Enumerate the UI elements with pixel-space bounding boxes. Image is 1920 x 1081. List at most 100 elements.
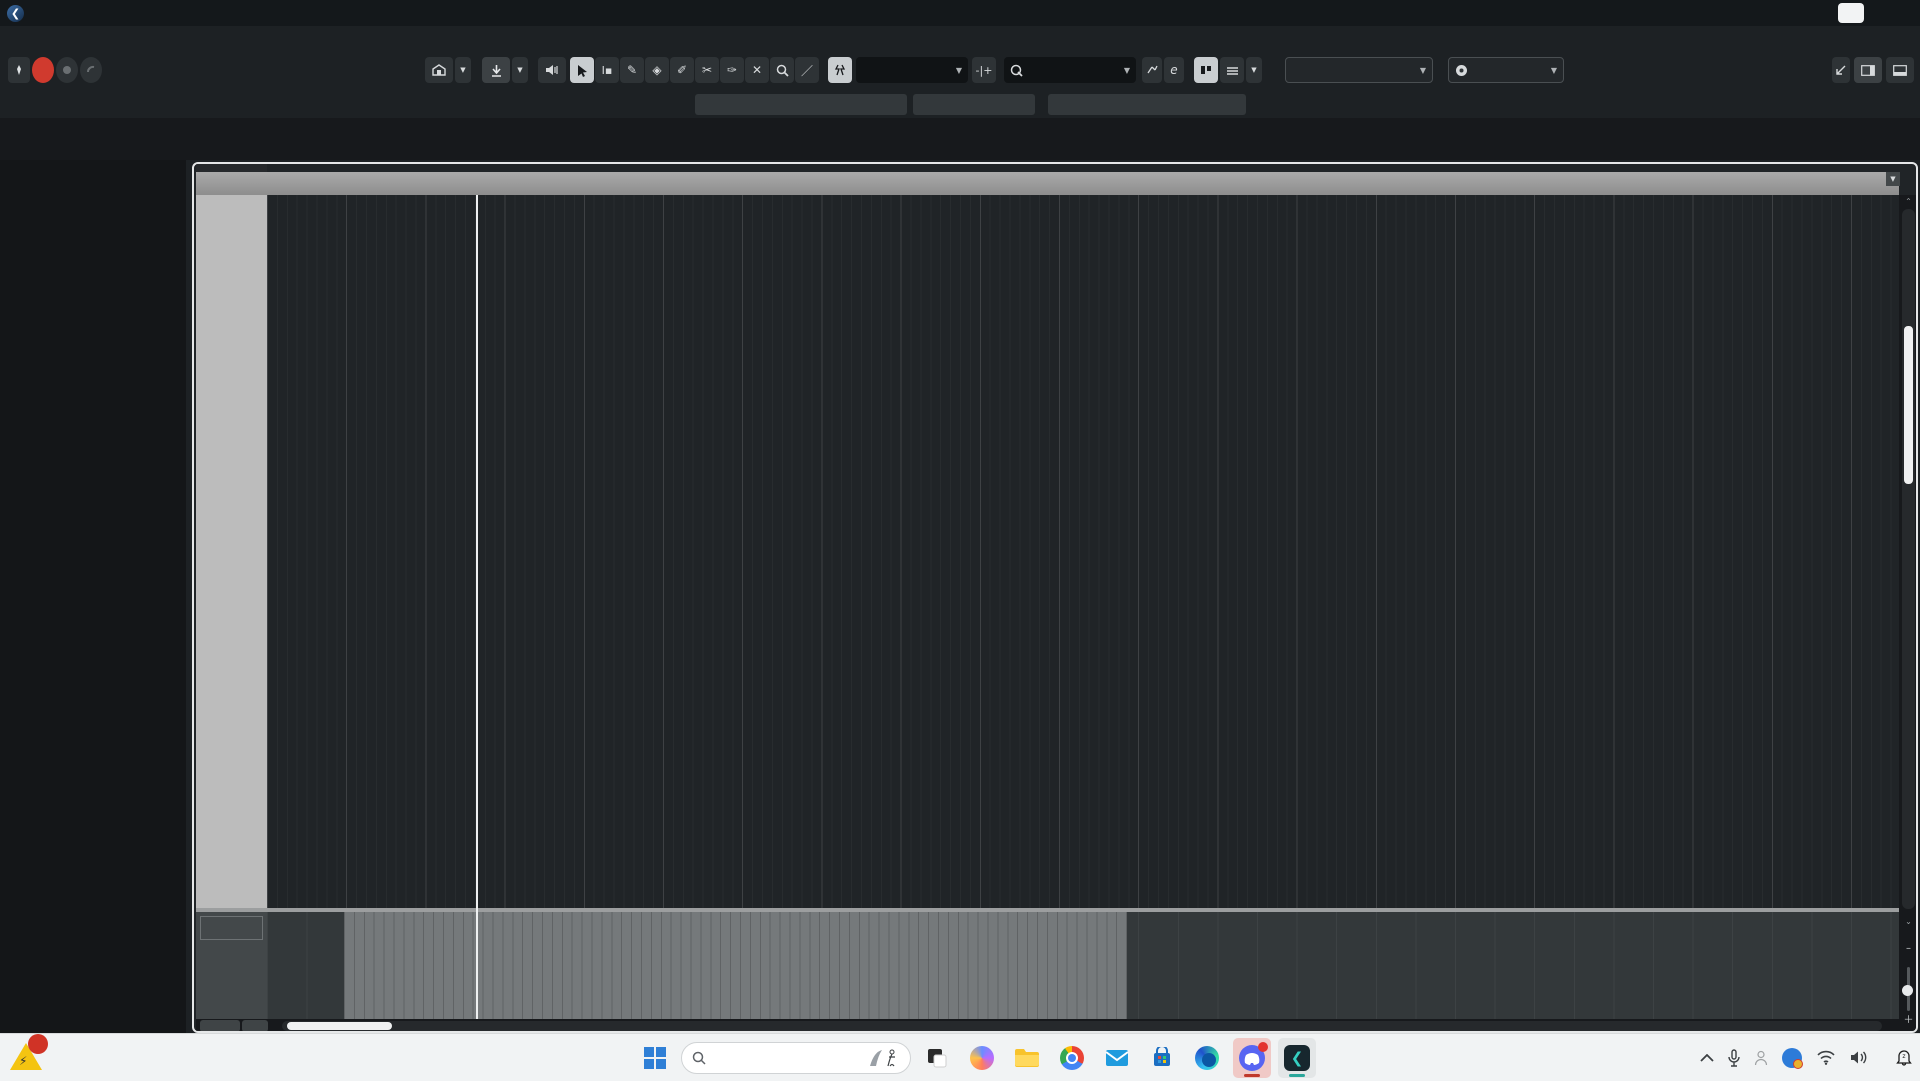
window-zones-button[interactable]: [425, 57, 453, 83]
edit-active-part-toggle[interactable]: [1194, 57, 1218, 83]
info-line: [0, 118, 1920, 160]
erase-tool[interactable]: ◈: [645, 57, 669, 83]
quantize-preset-select[interactable]: ▼: [1004, 57, 1136, 83]
person-icon[interactable]: [1754, 1050, 1768, 1066]
velocity-lane-label[interactable]: [200, 916, 263, 940]
glue-tool[interactable]: ✑: [720, 57, 744, 83]
mouse-note-value: [913, 94, 1035, 115]
copilot-icon[interactable]: [963, 1038, 1001, 1078]
add-lane-button[interactable]: [200, 1020, 240, 1032]
grid-relative-icon[interactable]: -|+: [972, 57, 996, 83]
playhead-cursor: [476, 195, 478, 1019]
chrome-icon[interactable]: [1053, 1038, 1091, 1078]
microsoft-store-icon[interactable]: [1143, 1038, 1181, 1078]
mail-icon[interactable]: [1098, 1038, 1136, 1078]
file-explorer-icon[interactable]: [1008, 1038, 1046, 1078]
note-grid[interactable]: [267, 195, 1899, 910]
search-icon: [692, 1051, 706, 1065]
ruler-options-dropdown[interactable]: ▼: [1886, 172, 1900, 186]
cubase-icon[interactable]: ❮: [1278, 1038, 1316, 1078]
mute-tool[interactable]: ✕: [745, 57, 769, 83]
window-zones-dropdown[interactable]: ▼: [455, 57, 471, 83]
bottom-scroll-row: [196, 1019, 1918, 1033]
record-button[interactable]: [56, 57, 78, 83]
taskbar-weather-widget[interactable]: ⚡: [10, 1038, 52, 1070]
snap-toggle[interactable]: [828, 57, 852, 83]
windows-taskbar: ⚡: [0, 1033, 1920, 1081]
current-chord-display: [1048, 94, 1246, 115]
horizontal-scrollbar[interactable]: [282, 1021, 1882, 1031]
horizontal-scroll-thumb[interactable]: [287, 1022, 392, 1030]
velocity-lane-header: [196, 912, 267, 1019]
task-view-icon[interactable]: [918, 1038, 956, 1078]
maximize-button[interactable]: [1828, 0, 1874, 26]
discord-notification-dot: [1258, 1042, 1268, 1052]
edge-icon[interactable]: [1188, 1038, 1226, 1078]
vzoom-plus-button[interactable]: ＋: [1899, 1011, 1918, 1026]
menu-bar: [0, 26, 1920, 52]
quantize-panel-button[interactable]: e: [1164, 57, 1184, 83]
taskbar-tray: z: [1700, 1034, 1912, 1081]
close-button[interactable]: [1874, 0, 1920, 26]
grid-type-select[interactable]: ▼: [856, 57, 968, 83]
tray-app-icon[interactable]: [1782, 1048, 1802, 1068]
windows-logo-icon: [644, 1047, 666, 1069]
right-zone-toggle[interactable]: [1854, 57, 1882, 83]
lane-preset-dropdown[interactable]: [242, 1020, 268, 1032]
vertical-scroll-thumb[interactable]: [1904, 326, 1913, 484]
status-row: [0, 92, 1920, 118]
microphone-icon[interactable]: [1728, 1049, 1740, 1067]
minimize-button[interactable]: [1782, 0, 1828, 26]
toolbar: ▼ ▼ I▪ ✎ ◈ ✐ ✂ ✑ ✕ ／ ▼ -|+ ▼ e ▼ ▼ ▼: [0, 52, 1920, 92]
vertical-scrollbar[interactable]: [1902, 209, 1915, 909]
split-tool[interactable]: ✂: [695, 57, 719, 83]
line-tool[interactable]: ／: [795, 57, 819, 83]
part-selector[interactable]: ▼: [1285, 57, 1433, 83]
swing-icon[interactable]: [1142, 57, 1162, 83]
pin-icon[interactable]: [8, 57, 30, 83]
pin-part-dropdown[interactable]: ▼: [512, 57, 528, 83]
volume-icon[interactable]: [1850, 1050, 1868, 1065]
lower-zone-toggle[interactable]: [1886, 57, 1914, 83]
piano-keyboard[interactable]: [196, 195, 267, 910]
discord-active-indicator: [1244, 1074, 1260, 1077]
cubase-app-icon: ❮: [7, 5, 24, 22]
vertical-zoom-knob[interactable]: [1902, 985, 1913, 996]
left-zone-panel: [0, 160, 186, 1033]
notification-badge: [28, 1034, 48, 1054]
weather-warning-icon: ⚡: [10, 1038, 44, 1070]
notification-bell-icon[interactable]: z: [1896, 1049, 1912, 1066]
window-corner-icon[interactable]: [1832, 57, 1850, 83]
wifi-icon[interactable]: [1816, 1050, 1836, 1065]
right-scroll-column: ⌃ ⌄ – ＋: [1899, 195, 1918, 1019]
key-editor-area: ▼ ⌃ ⌄ – ＋: [192, 162, 1918, 1033]
start-button[interactable]: [636, 1038, 674, 1078]
draw-tool[interactable]: ✎: [620, 57, 644, 83]
scroll-up-arrow[interactable]: ⌃: [1899, 197, 1918, 206]
search-daily-art: [866, 1046, 900, 1070]
zoom-tool[interactable]: [770, 57, 794, 83]
velocity-lane[interactable]: [267, 912, 1899, 1019]
event-colors-select[interactable]: ▼: [1448, 57, 1564, 83]
velocity-lane-active-region: [344, 912, 1127, 1019]
scroll-left-arrow[interactable]: [272, 1020, 280, 1032]
range-selection-tool[interactable]: I▪: [595, 57, 619, 83]
pin-part-button[interactable]: [482, 57, 510, 83]
taskbar-search-box[interactable]: [681, 1042, 911, 1074]
discord-icon[interactable]: [1233, 1038, 1271, 1078]
mouse-time-position: [695, 94, 907, 115]
scroll-down-arrow[interactable]: ⌄: [1899, 917, 1918, 926]
part-layers-icon[interactable]: [1220, 57, 1244, 83]
vzoom-minus-button[interactable]: –: [1899, 943, 1918, 954]
speaker-icon[interactable]: [538, 57, 566, 83]
title-bar: ❮: [0, 0, 1920, 26]
solo-button[interactable]: [32, 57, 54, 83]
object-selection-tool[interactable]: [570, 57, 594, 83]
trim-tool[interactable]: ✐: [670, 57, 694, 83]
part-list-dropdown[interactable]: ▼: [1246, 57, 1262, 83]
svg-text:z: z: [1902, 1053, 1905, 1060]
cubase-active-indicator: [1289, 1074, 1305, 1077]
tray-expand-chevron-icon[interactable]: [1700, 1054, 1714, 1062]
acoustic-feedback-toggle[interactable]: [80, 57, 102, 83]
timeline-ruler[interactable]: [196, 172, 1899, 195]
